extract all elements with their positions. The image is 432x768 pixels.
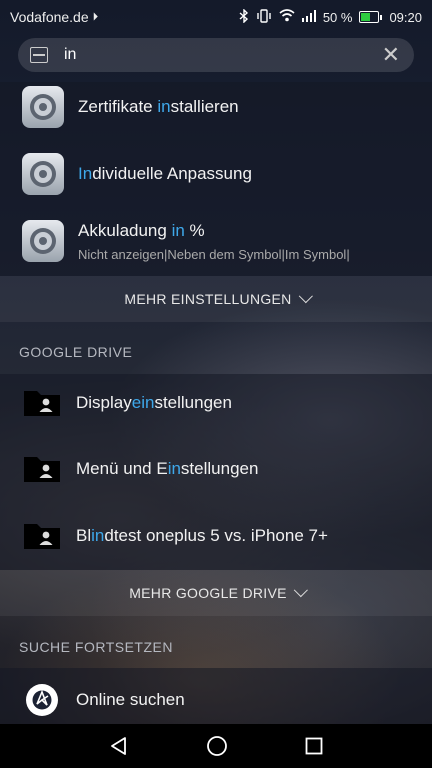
chevron-down-icon <box>293 583 308 598</box>
result-subtitle: Nicht anzeigen|Neben dem Symbol|Im Symbo… <box>78 246 350 262</box>
result-title: Displayeinstellungen <box>76 393 232 412</box>
close-icon[interactable]: ✕ <box>382 44 400 66</box>
more-google-drive-button[interactable]: MEHR GOOGLE DRIVE <box>0 570 432 616</box>
bluetooth-icon <box>239 7 249 26</box>
search-bar: ✕ <box>18 38 414 72</box>
settings-gear-icon <box>22 86 64 128</box>
navigation-bar <box>0 724 432 768</box>
clock: 09:20 <box>389 9 422 25</box>
chevron-down-icon <box>298 289 313 304</box>
section-header-suche-fortsetzen: SUCHE FORTSETZEN <box>19 639 173 655</box>
wifi-icon <box>279 9 295 25</box>
result-title: Akkuladung in % <box>78 220 205 240</box>
result-akkuladung[interactable]: Akkuladung in % Nicht anzeigen|Neben dem… <box>0 218 432 264</box>
carrier-name: Vodafone.de <box>10 9 89 25</box>
online-search-icon <box>26 684 58 716</box>
result-title: Menü und Einstellungen <box>76 459 259 478</box>
settings-gear-icon <box>22 153 64 195</box>
shared-folder-icon <box>24 391 60 416</box>
result-zertifikate[interactable]: Zertifikate installieren <box>0 84 432 130</box>
online-search-button[interactable]: Online suchen <box>0 678 432 722</box>
search-input[interactable] <box>62 45 366 65</box>
nfc-icon: ⏵ <box>92 10 99 23</box>
result-title: Zertifikate installieren <box>78 97 239 116</box>
battery-icon <box>359 11 383 23</box>
home-icon[interactable] <box>206 735 228 757</box>
result-displayeinstellungen[interactable]: Displayeinstellungen <box>0 380 432 426</box>
result-title: Individuelle Anpassung <box>78 164 252 183</box>
section-header-google-drive: GOOGLE DRIVE <box>19 344 133 360</box>
vibrate-icon <box>256 8 272 26</box>
result-menue-und-einstellungen[interactable]: Menü und Einstellungen <box>0 446 432 492</box>
shared-folder-icon <box>24 524 60 549</box>
signal-icon <box>301 9 316 25</box>
status-bar: Vodafone.de ⏵ 50 % 09:20 <box>0 0 432 34</box>
shared-folder-icon <box>24 457 60 482</box>
recent-apps-icon[interactable] <box>305 737 323 755</box>
back-icon[interactable] <box>109 736 129 756</box>
online-search-label: Online suchen <box>76 690 185 709</box>
more-settings-button[interactable]: MEHR EINSTELLUNGEN <box>0 276 432 322</box>
settings-gear-icon <box>22 220 64 262</box>
result-title: Blindtest oneplus 5 vs. iPhone 7+ <box>76 526 328 545</box>
result-individuelle-anpassung[interactable]: Individuelle Anpassung <box>0 151 432 197</box>
battery-percent: 50 % <box>322 9 353 25</box>
scan-icon[interactable] <box>30 47 48 63</box>
result-blindtest[interactable]: Blindtest oneplus 5 vs. iPhone 7+ <box>0 513 432 559</box>
